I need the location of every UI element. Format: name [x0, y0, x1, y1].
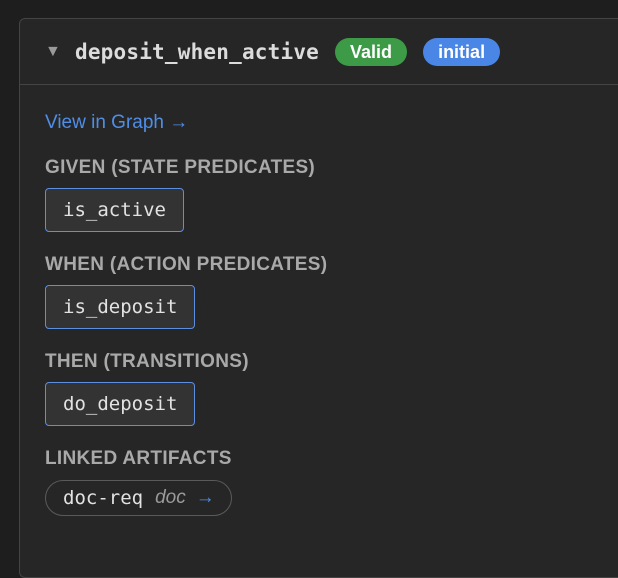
- rule-body: View in Graph → GIVEN (STATE PREDICATES)…: [20, 85, 618, 516]
- linked-artifact-pill[interactable]: doc-req doc →: [45, 480, 232, 516]
- artifact-type: doc: [155, 487, 186, 508]
- given-list: is_active: [45, 180, 618, 232]
- status-badge: Valid: [335, 37, 408, 66]
- rule-header[interactable]: ▼ deposit_when_active Valid initial: [20, 19, 618, 85]
- linked-artifacts-list: doc-req doc →: [45, 471, 618, 516]
- collapse-caret-icon[interactable]: ▼: [45, 43, 63, 60]
- given-section-label: GIVEN (STATE PREDICATES): [45, 157, 316, 178]
- then-section-label: THEN (TRANSITIONS): [45, 351, 249, 372]
- rule-card: ▼ deposit_when_active Valid initial View…: [19, 18, 618, 578]
- tag-badge: initial: [423, 37, 501, 66]
- then-list: do_deposit: [45, 374, 618, 426]
- transition-chip[interactable]: do_deposit: [45, 382, 196, 426]
- action-predicate-chip[interactable]: is_deposit: [45, 285, 196, 329]
- when-section-label: WHEN (ACTION PREDICATES): [45, 254, 328, 275]
- view-in-graph-link[interactable]: View in Graph →: [45, 111, 188, 135]
- linked-artifacts-label: LINKED ARTIFACTS: [45, 448, 232, 469]
- state-predicate-chip[interactable]: is_active: [45, 188, 184, 232]
- rule-name: deposit_when_active: [75, 39, 320, 64]
- arrow-right-icon: →: [195, 487, 215, 508]
- artifact-name: doc-req: [63, 487, 144, 509]
- when-list: is_deposit: [45, 277, 618, 329]
